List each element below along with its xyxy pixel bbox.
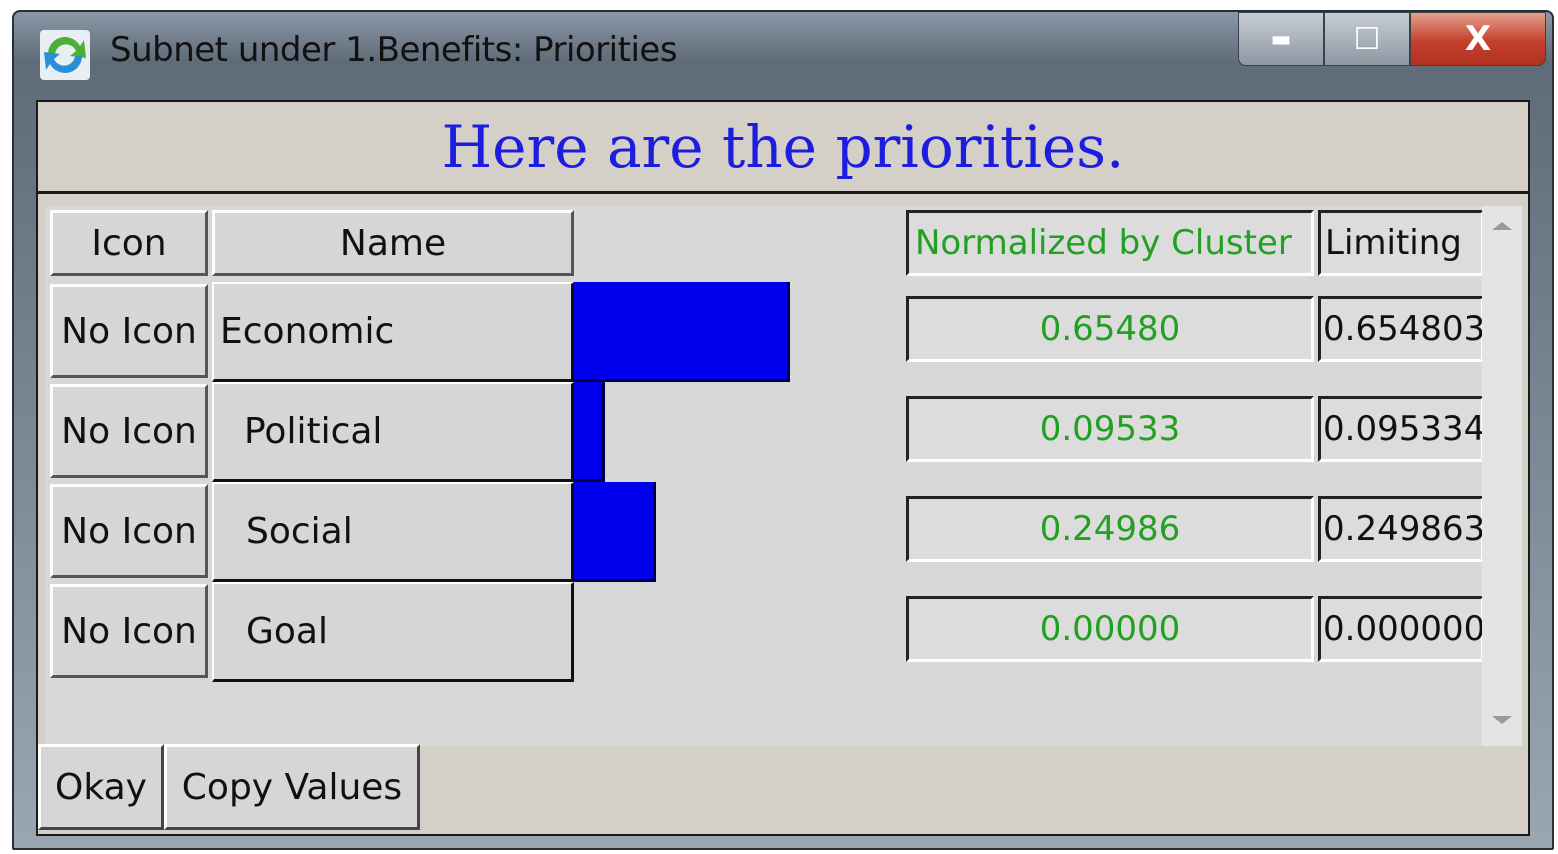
column-header-icon[interactable]: Icon xyxy=(50,210,208,276)
close-icon: X xyxy=(1464,19,1492,59)
row-political-limiting: 0.095334 xyxy=(1318,396,1485,462)
bar-political xyxy=(574,382,605,482)
row-political-name[interactable]: Political xyxy=(212,382,574,482)
vertical-scrollbar[interactable] xyxy=(1482,206,1522,746)
priorities-window: Subnet under 1.Benefits: Priorities ▬ ☐ … xyxy=(12,10,1554,850)
row-economic-icon[interactable]: No Icon xyxy=(50,284,208,378)
okay-button[interactable]: Okay xyxy=(38,744,164,830)
row-goal-limiting: 0.000000 xyxy=(1318,596,1485,662)
scroll-up-arrow-icon[interactable] xyxy=(1492,222,1512,230)
button-bar: Okay Copy Values xyxy=(38,744,1528,834)
header-banner: Here are the priorities. xyxy=(38,102,1528,194)
dialog-client-area: Here are the priorities. Icon Name Norma… xyxy=(36,100,1530,836)
row-social-normalized: 0.24986 xyxy=(906,496,1314,562)
column-header-name[interactable]: Name xyxy=(212,210,574,276)
column-header-normalized[interactable]: Normalized by Cluster xyxy=(906,210,1314,276)
copy-values-button[interactable]: Copy Values xyxy=(164,744,420,830)
title-bar[interactable]: Subnet under 1.Benefits: Priorities ▬ ☐ … xyxy=(14,12,1552,100)
row-political-normalized: 0.09533 xyxy=(906,396,1314,462)
row-social-icon[interactable]: No Icon xyxy=(50,484,208,578)
close-button[interactable]: X xyxy=(1410,12,1546,66)
header-text: Here are the priorities. xyxy=(441,112,1125,181)
bar-social xyxy=(574,482,656,582)
row-economic-normalized: 0.65480 xyxy=(906,296,1314,362)
row-goal-normalized: 0.00000 xyxy=(906,596,1314,662)
row-goal-icon[interactable]: No Icon xyxy=(50,584,208,678)
row-social-name[interactable]: Social xyxy=(212,482,574,582)
row-political-icon[interactable]: No Icon xyxy=(50,384,208,478)
caption-buttons: ▬ ☐ X xyxy=(1238,12,1546,68)
scroll-down-arrow-icon[interactable] xyxy=(1492,716,1512,724)
maximize-icon: ☐ xyxy=(1353,21,1381,57)
maximize-button[interactable]: ☐ xyxy=(1324,12,1410,66)
row-goal-name[interactable]: Goal xyxy=(212,582,574,682)
row-social-limiting: 0.249863 xyxy=(1318,496,1485,562)
row-economic-name[interactable]: Economic xyxy=(212,282,574,382)
column-header-limiting[interactable]: Limiting xyxy=(1318,210,1484,276)
minimize-icon: ▬ xyxy=(1270,26,1292,52)
window-title: Subnet under 1.Benefits: Priorities xyxy=(110,30,678,70)
bar-economic xyxy=(574,282,790,382)
priorities-table: Icon Name Normalized by Cluster Limiting… xyxy=(46,206,1486,746)
row-economic-limiting: 0.654803 xyxy=(1318,296,1485,362)
app-refresh-icon xyxy=(40,30,90,80)
minimize-button[interactable]: ▬ xyxy=(1238,12,1324,66)
